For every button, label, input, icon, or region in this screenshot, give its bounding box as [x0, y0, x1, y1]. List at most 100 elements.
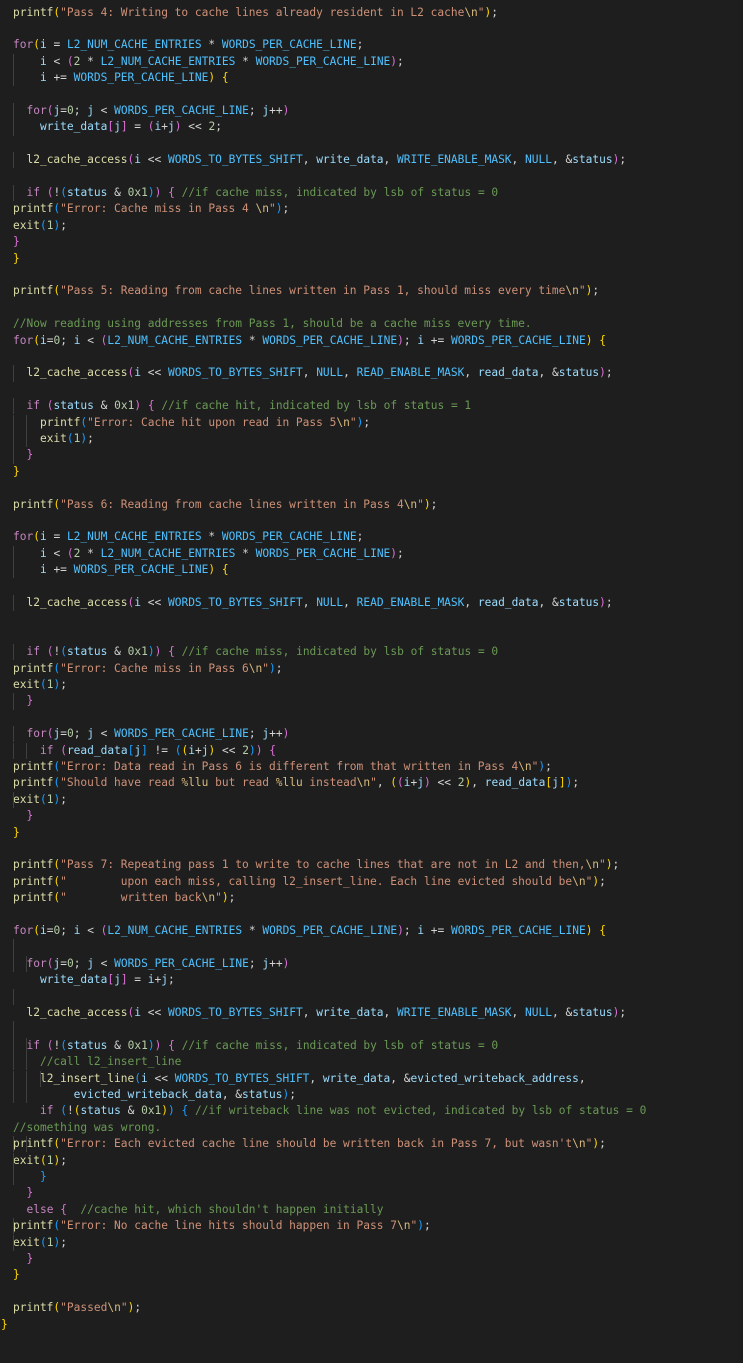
code-line[interactable]: }	[0, 1251, 743, 1267]
code-line[interactable]: printf("Passed\n");	[0, 1300, 743, 1316]
code-line[interactable]: printf("Error: Cache miss in Pass 4 \n")…	[0, 201, 743, 217]
code-line[interactable]	[0, 480, 743, 496]
code-token: "	[215, 891, 222, 905]
code-line[interactable]: //Now reading using addresses from Pass …	[0, 316, 743, 332]
code-line[interactable]: printf("Error: Each evicted cache line s…	[0, 1136, 743, 1153]
code-line[interactable]	[0, 611, 743, 627]
code-token: //if cache hit, indicated by lsb of stat…	[161, 399, 472, 413]
code-line[interactable]: //something was wrong.	[0, 1120, 743, 1136]
code-line[interactable]: printf("Pass 5: Reading from cache lines…	[0, 283, 743, 299]
code-line[interactable]: }	[0, 464, 743, 480]
code-line[interactable]: l2_cache_access(i << WORDS_TO_BYTES_SHIF…	[0, 594, 743, 612]
code-line[interactable]	[0, 579, 743, 595]
code-token: *	[80, 54, 101, 68]
code-line[interactable]	[0, 907, 743, 923]
code-token: WORDS_PER_CACHE_LINE	[255, 54, 391, 68]
code-line[interactable]: printf("Error: Cache hit upon read in Pa…	[0, 414, 743, 431]
code-line[interactable]: if (!(status & 0x1)) { //if cache miss, …	[0, 184, 743, 202]
code-line[interactable]: printf(" upon each miss, calling l2_inse…	[0, 874, 743, 890]
code-line[interactable]: printf("Error: No cache line hits should…	[0, 1218, 743, 1235]
code-line[interactable]: evicted_writeback_data, &status);	[0, 1086, 743, 1104]
code-token: 2	[242, 743, 249, 757]
code-line[interactable]	[0, 513, 743, 529]
code-line[interactable]: i < (2 * L2_NUM_CACHE_ENTRIES * WORDS_PE…	[0, 545, 743, 563]
code-line[interactable]: }	[0, 234, 743, 250]
code-line[interactable]: if (status & 0x1) { //if cache hit, indi…	[0, 398, 743, 415]
code-line[interactable]: }	[0, 1267, 743, 1283]
code-line[interactable]: }	[0, 1168, 743, 1186]
code-token: for	[13, 530, 34, 544]
code-line[interactable]: exit(1);	[0, 1152, 743, 1169]
code-line[interactable]: l2_cache_access(i << WORDS_TO_BYTES_SHIF…	[0, 365, 743, 382]
code-line[interactable]: printf("Pass 4: Writing to cache lines a…	[0, 5, 743, 21]
code-line[interactable]	[0, 349, 743, 365]
code-line[interactable]	[0, 710, 743, 726]
code-line[interactable]: for(i=0; i < (L2_NUM_CACHE_ENTRIES * WOR…	[0, 923, 743, 939]
code-line[interactable]	[0, 1021, 743, 1038]
code-line[interactable]: l2_cache_access(i << WORDS_TO_BYTES_SHIF…	[0, 152, 743, 169]
code-line[interactable]: printf("Pass 7: Repeating pass 1 to writ…	[0, 857, 743, 873]
code-line[interactable]	[0, 169, 743, 185]
code-line[interactable]	[0, 628, 743, 644]
code-line[interactable]	[0, 841, 743, 857]
code-line[interactable]	[0, 300, 743, 316]
code-line[interactable]: if (read_data[j] != ((i+j) << 2)) {	[0, 742, 743, 759]
code-line[interactable]	[0, 1284, 743, 1300]
code-line[interactable]: //call l2_insert_line	[0, 1054, 743, 1071]
code-line[interactable]: printf("Pass 6: Reading from cache lines…	[0, 497, 743, 513]
code-line[interactable]: write_data[j] = i+j;	[0, 972, 743, 988]
code-token: 0	[66, 727, 74, 741]
code-line[interactable]: l2_insert_line(i << WORDS_TO_BYTES_SHIFT…	[0, 1070, 743, 1087]
code-line[interactable]: }	[0, 825, 743, 841]
code-line[interactable]: else { //cache hit, which shouldn't happ…	[0, 1202, 743, 1218]
indent-guide	[26, 955, 28, 973]
code-line[interactable]: exit(1);	[0, 1234, 743, 1251]
code-line[interactable]: exit(1);	[0, 791, 743, 809]
code-token: status	[558, 366, 600, 380]
code-line[interactable]: printf("Error: Data read in Pass 6 is di…	[0, 759, 743, 775]
code-token: " written back	[60, 891, 202, 905]
code-line[interactable]	[0, 939, 743, 956]
code-line[interactable]: }	[0, 447, 743, 464]
code-line[interactable]: write_data[j] = (i+j) << 2;	[0, 119, 743, 136]
code-token: exit	[13, 1235, 40, 1249]
code-line[interactable]: for(j=0; j < WORDS_PER_CACHE_LINE; j++)	[0, 955, 743, 973]
code-line[interactable]	[0, 988, 743, 1005]
code-line[interactable]: printf(" written back\n");	[0, 890, 743, 906]
code-line[interactable]: exit(1);	[0, 430, 743, 448]
code-token: <<	[141, 1005, 168, 1019]
code-line[interactable]: }	[0, 251, 743, 267]
code-token: ;	[619, 1005, 627, 1019]
code-line[interactable]: for(i = L2_NUM_CACHE_ENTRIES * WORDS_PER…	[0, 37, 743, 53]
code-line[interactable]: if (!(status & 0x1)) { //if writeback li…	[0, 1103, 743, 1119]
code-token: write_data	[39, 120, 108, 134]
code-line[interactable]	[0, 382, 743, 398]
code-line[interactable]: i += WORDS_PER_CACHE_LINE) {	[0, 70, 743, 87]
code-line[interactable]: exit(1);	[0, 677, 743, 693]
code-line[interactable]: i += WORDS_PER_CACHE_LINE) {	[0, 562, 743, 579]
code-line[interactable]: i < (2 * L2_NUM_CACHE_ENTRIES * WORDS_PE…	[0, 53, 743, 71]
code-line[interactable]: l2_cache_access(i << WORDS_TO_BYTES_SHIF…	[0, 1005, 743, 1021]
code-line[interactable]: }	[0, 808, 743, 824]
code-line[interactable]: for(i=0; i < (L2_NUM_CACHE_ENTRIES * WOR…	[0, 333, 743, 349]
code-line[interactable]: for(j=0; j < WORDS_PER_CACHE_LINE; j++)	[0, 102, 743, 120]
code-line[interactable]: exit(1);	[0, 218, 743, 234]
code-line[interactable]: printf("Error: Cache miss in Pass 6\n");	[0, 661, 743, 677]
code-line[interactable]: }	[0, 1185, 743, 1201]
code-line[interactable]: if (!(status & 0x1)) { //if cache miss, …	[0, 1037, 743, 1055]
code-line[interactable]	[0, 21, 743, 37]
code-line[interactable]	[0, 267, 743, 283]
code-line[interactable]: for(i = L2_NUM_CACHE_ENTRIES * WORDS_PER…	[0, 529, 743, 545]
code-token: WORDS_PER_CACHE_LINE	[255, 546, 391, 560]
code-line[interactable]: printf ("Should have read %llu but read %…	[0, 775, 743, 791]
code-editor[interactable]: printf ("Pass 4: Writing to cache lines a…	[0, 0, 743, 1363]
code-line[interactable]: }	[0, 693, 743, 710]
code-line[interactable]	[0, 136, 743, 152]
code-line[interactable]: for(j=0; j < WORDS_PER_CACHE_LINE; j++)	[0, 726, 743, 743]
code-line[interactable]: }	[0, 1317, 743, 1333]
code-line[interactable]	[0, 87, 743, 103]
code-line[interactable]: if (!(status & 0x1)) { //if cache miss, …	[0, 644, 743, 661]
